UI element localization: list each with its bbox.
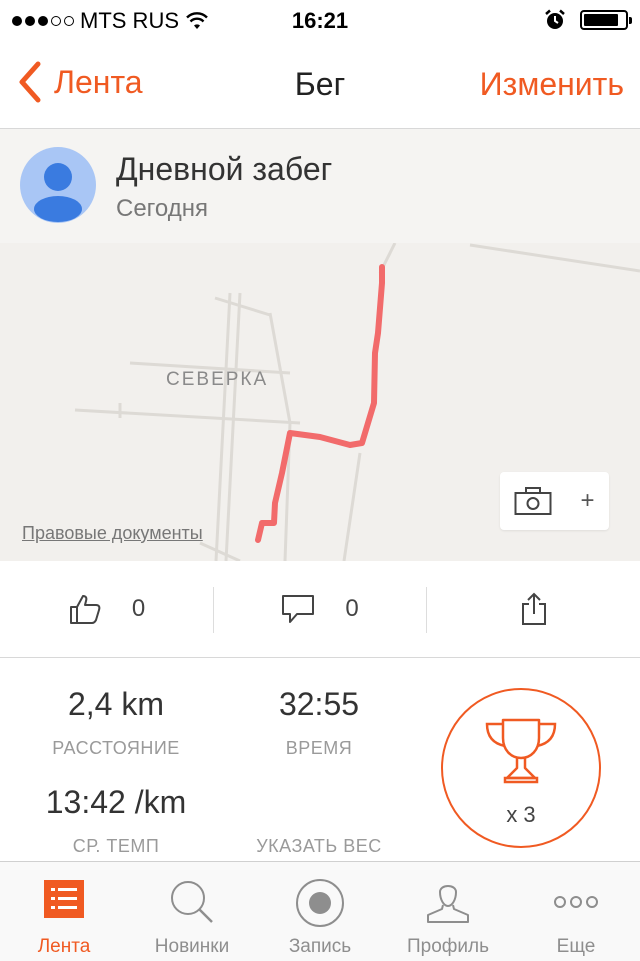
navigation-bar: Лента Бег Изменить <box>0 40 640 129</box>
kudos-count: 0 <box>131 595 146 622</box>
tab-label: Профиль <box>406 936 490 957</box>
achievements-count: x 3 <box>506 802 536 827</box>
comment-icon <box>282 595 315 623</box>
tab-label: Лента <box>37 936 91 957</box>
user-avatar-icon <box>34 163 82 222</box>
tab-record[interactable]: Запись <box>256 862 384 961</box>
camera-icon <box>514 487 552 515</box>
time-label: ВРЕМЯ <box>285 738 353 758</box>
tab-more[interactable]: Еще <box>512 862 640 961</box>
pace-value: 13:42 /km <box>45 784 187 820</box>
pace-label: СР. ТЕМП <box>72 836 160 856</box>
time-value: 32:55 <box>278 686 360 722</box>
tab-bar: Лента Новинки Запись Профиль Еще <box>0 861 640 961</box>
add-weight-link[interactable]: УКАЗАТЬ ВЕС <box>219 836 419 857</box>
route-path <box>255 264 385 543</box>
route-map[interactable]: СЕВЕРКА Правовые документы + <box>0 243 640 561</box>
activity-title: Дневной забег <box>116 151 333 187</box>
activity-header: Дневной забег Сегодня <box>0 129 640 243</box>
comment-count: 0 <box>345 595 359 622</box>
status-bar: MTS RUS 16:21 <box>0 0 640 40</box>
share-button[interactable] <box>427 561 640 657</box>
battery-icon <box>580 10 632 30</box>
alarm-icon <box>545 9 565 29</box>
tab-label: Запись <box>288 936 352 957</box>
activity-stats: 2,4 km РАССТОЯНИЕ 32:55 ВРЕМЯ 13:42 /km … <box>0 658 640 862</box>
legal-documents-link[interactable]: Правовые документы <box>22 523 203 544</box>
tab-profile[interactable]: Профиль <box>384 862 512 961</box>
distance-value: 2,4 km <box>67 686 165 722</box>
more-icon <box>554 896 598 908</box>
kudos-button[interactable]: 0 <box>0 561 213 657</box>
tab-label: Новинки <box>154 936 230 957</box>
tab-explore[interactable]: Новинки <box>128 862 256 961</box>
avatar[interactable] <box>20 147 96 223</box>
comment-button[interactable]: 0 <box>214 561 426 657</box>
edit-button[interactable]: Изменить <box>480 66 624 103</box>
record-icon <box>296 879 344 927</box>
tab-feed[interactable]: Лента <box>0 862 128 961</box>
trophy-icon <box>485 718 557 784</box>
tab-label: Еще <box>556 936 596 957</box>
achievements-badge[interactable]: x 3 <box>441 688 601 848</box>
status-right <box>544 9 632 31</box>
activity-date: Сегодня <box>116 195 208 222</box>
profile-icon <box>427 885 469 923</box>
social-bar: 0 0 <box>0 561 640 658</box>
add-photo-plus: + <box>580 487 595 514</box>
map-place-label: СЕВЕРКА <box>166 369 269 390</box>
feed-list-icon <box>44 880 84 918</box>
add-photo-button[interactable]: + <box>500 472 609 530</box>
distance-label: РАССТОЯНИЕ <box>52 738 180 758</box>
search-icon <box>171 881 213 923</box>
share-icon <box>521 592 546 625</box>
thumbs-up-icon <box>69 595 101 624</box>
